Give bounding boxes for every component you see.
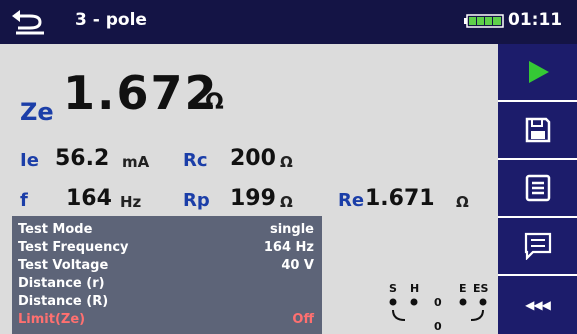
param-row[interactable]: Test Voltage 40 V [18, 258, 314, 273]
terminal-label-e: E [459, 282, 467, 295]
ze-value: 1.672 [63, 66, 219, 120]
reading-zero-b: 0 [434, 320, 442, 333]
param-row[interactable]: Test Frequency 164 Hz [18, 240, 314, 255]
top-bar: 3 - pole 01:11 [0, 0, 577, 44]
param-key: Limit(Ze) [18, 312, 86, 327]
ze-unit: Ω [205, 90, 224, 115]
ie-value: 56.2 [55, 146, 110, 171]
param-value: single [269, 222, 314, 237]
param-row[interactable]: Distance (r) [18, 276, 314, 291]
terminal-label-h: H [410, 282, 419, 295]
param-value: 164 Hz [263, 240, 314, 255]
re-unit: Ω [456, 193, 469, 211]
param-row[interactable]: Test Mode single [18, 222, 314, 237]
f-label: f [20, 190, 28, 211]
param-row[interactable]: Distance (R) [18, 294, 314, 309]
param-value: Off [292, 312, 314, 327]
f-value: 164 [66, 186, 112, 211]
ze-label: Ze [20, 98, 54, 126]
rp-unit: Ω [280, 193, 293, 211]
rc-value: 200 [230, 146, 276, 171]
ie-unit: mA [122, 153, 150, 171]
save-button[interactable] [498, 102, 577, 160]
rc-label: Rc [183, 150, 208, 171]
param-key: Test Mode [18, 222, 93, 237]
re-value: 1.671 [365, 186, 435, 211]
param-key: Test Frequency [18, 240, 129, 255]
battery-icon [464, 14, 504, 28]
reading-zero-a: 0 [434, 296, 442, 309]
f-unit: Hz [120, 193, 142, 211]
re-label: Re [338, 190, 365, 211]
param-key: Distance (r) [18, 276, 105, 291]
parameters-panel[interactable]: Test Mode single Test Frequency 164 Hz T… [12, 216, 322, 334]
terminal-label-es: ES [473, 282, 489, 295]
page-title: 3 - pole [75, 10, 147, 30]
param-key: Test Voltage [18, 258, 109, 273]
more-arrows-icon: ◀◀◀ [525, 298, 551, 312]
clock: 01:11 [508, 10, 563, 30]
play-icon [528, 61, 549, 83]
ie-label: Ie [20, 150, 39, 171]
param-row-limit[interactable]: Limit(Ze) Off [18, 312, 314, 327]
comment-icon [524, 232, 551, 260]
start-button[interactable] [498, 44, 577, 102]
rp-value: 199 [230, 186, 276, 211]
param-value: 40 V [281, 258, 314, 273]
list-icon [525, 174, 550, 202]
save-icon [525, 117, 550, 143]
sidebar: ◀◀◀ [498, 44, 577, 334]
back-arrow-icon[interactable] [10, 6, 50, 36]
list-button[interactable] [498, 160, 577, 218]
rc-unit: Ω [280, 153, 293, 171]
more-options-button[interactable]: ◀◀◀ [498, 276, 577, 334]
rp-label: Rp [183, 190, 210, 211]
comment-button[interactable] [498, 218, 577, 276]
connection-diagram: S H E ES 0 0 [389, 282, 489, 333]
terminal-label-s: S [389, 282, 397, 295]
param-key: Distance (R) [18, 294, 109, 309]
